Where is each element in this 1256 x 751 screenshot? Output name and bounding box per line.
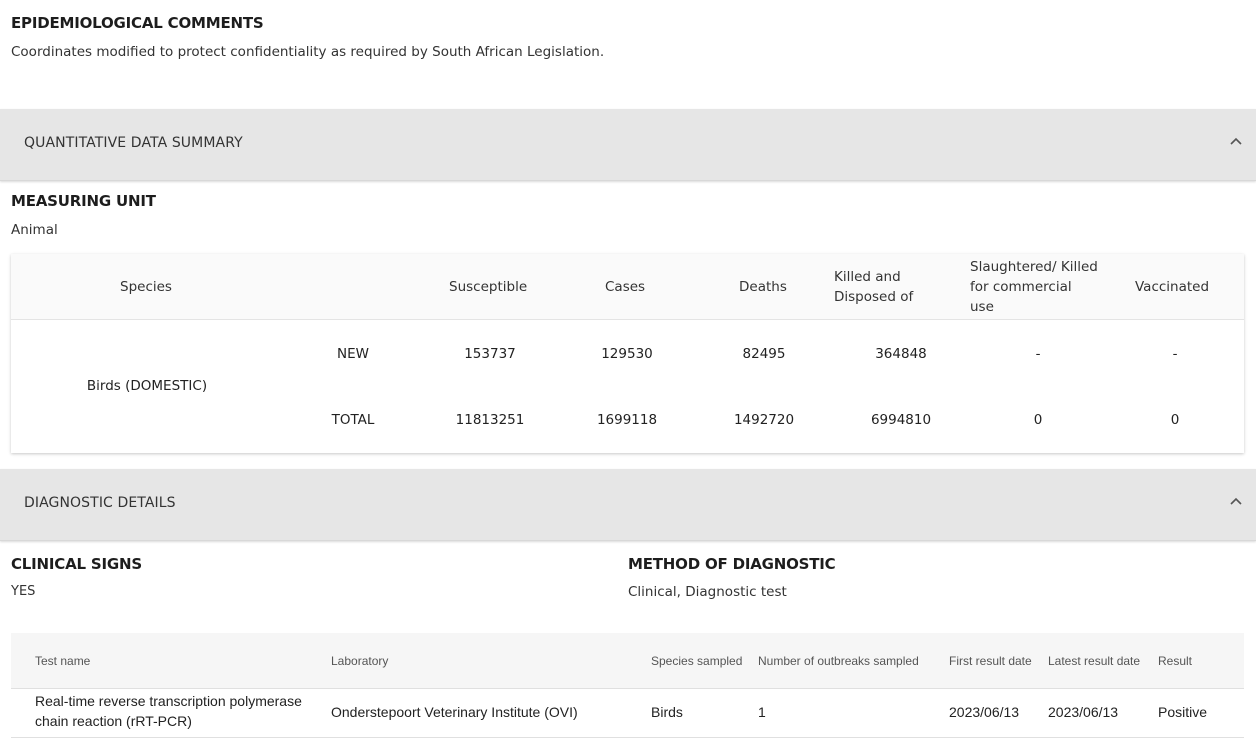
diagnostic-table-header: Test name Laboratory Species sampled Num… <box>11 633 1244 689</box>
cell-laboratory: Onderstepoort Veterinary Institute (OVI) <box>331 704 578 720</box>
cell-total-killed: 6994810 <box>870 412 932 428</box>
header-deaths: Deaths <box>739 279 787 295</box>
cell-total-cases: 1699118 <box>596 412 658 428</box>
cell-new-vaccinated: - <box>1172 346 1178 362</box>
quantitative-table-header: Species Susceptible Cases Deaths Killed … <box>11 254 1244 320</box>
species-cell: Birds (DOMESTIC) <box>86 378 208 394</box>
header-first-result-date: First result date <box>949 654 1032 668</box>
header-killed-line1: Killed and <box>834 269 901 285</box>
cell-outbreaks-sampled: 1 <box>758 704 766 720</box>
header-killed-line2: Disposed of <box>834 289 914 305</box>
header-result: Result <box>1158 654 1193 668</box>
cell-test-name-line2: chain reaction (rRT-PCR) <box>35 713 192 729</box>
header-slaughtered-line2: for commercial <box>970 279 1072 295</box>
quantitative-table: Species Susceptible Cases Deaths Killed … <box>11 254 1244 453</box>
method-of-diagnostic-value: Clinical, Diagnostic test <box>628 584 787 600</box>
cell-total-susceptible: 11813251 <box>455 412 525 428</box>
chevron-up-icon[interactable] <box>1228 133 1244 149</box>
header-outbreaks-sampled: Number of outbreaks sampled <box>758 654 919 668</box>
diagnostic-tests-table: Test name Laboratory Species sampled Num… <box>11 633 1244 739</box>
quantitative-data-summary-accordion[interactable]: QUANTITATIVE DATA SUMMARY <box>0 109 1256 181</box>
epidemiological-comments-text: Coordinates modified to protect confiden… <box>11 44 605 60</box>
header-test-name: Test name <box>35 654 91 668</box>
cell-first-result-date: 2023/06/13 <box>949 704 1020 720</box>
clinical-signs-title: CLINICAL SIGNS <box>11 555 142 573</box>
cell-total-vaccinated: 0 <box>1170 412 1180 428</box>
header-slaughtered-line1: Slaughtered/ Killed <box>970 259 1098 275</box>
cell-new-susceptible: 153737 <box>464 346 516 362</box>
cell-total-slaughtered: 0 <box>1033 412 1043 428</box>
header-cases: Cases <box>605 279 646 295</box>
header-vaccinated: Vaccinated <box>1135 279 1210 295</box>
header-laboratory: Laboratory <box>331 654 389 668</box>
chevron-up-icon[interactable] <box>1228 493 1244 509</box>
epidemiological-comments-title: EPIDEMIOLOGICAL COMMENTS <box>11 14 264 32</box>
row-label-new: NEW <box>337 346 369 362</box>
cell-new-killed: 364848 <box>875 346 927 362</box>
diagnostic-details-accordion[interactable]: DIAGNOSTIC DETAILS <box>0 469 1256 541</box>
cell-new-slaughtered: - <box>1035 346 1041 362</box>
header-susceptible: Susceptible <box>449 279 528 295</box>
measuring-unit-title: MEASURING UNIT <box>11 192 156 210</box>
header-species: Species <box>120 279 172 295</box>
accordion-label: DIAGNOSTIC DETAILS <box>24 495 176 511</box>
cell-new-deaths: 82495 <box>742 346 786 362</box>
method-of-diagnostic-title: METHOD OF DIAGNOSTIC <box>628 555 836 573</box>
header-slaughtered-line3: use <box>970 299 994 315</box>
cell-latest-result-date: 2023/06/13 <box>1048 704 1119 720</box>
measuring-unit-value: Animal <box>11 222 58 238</box>
header-latest-result-date: Latest result date <box>1048 654 1141 668</box>
cell-total-deaths: 1492720 <box>733 412 795 428</box>
row-label-total: TOTAL <box>331 412 375 428</box>
cell-result: Positive <box>1158 704 1208 720</box>
cell-species-sampled: Birds <box>651 704 683 720</box>
cell-test-name-line1: Real-time reverse transcription polymera… <box>35 693 302 709</box>
accordion-label: QUANTITATIVE DATA SUMMARY <box>24 135 243 151</box>
header-species-sampled: Species sampled <box>651 654 743 668</box>
table-row: Real-time reverse transcription polymera… <box>11 689 1244 738</box>
cell-new-cases: 129530 <box>601 346 653 362</box>
clinical-signs-value: YES <box>11 584 36 599</box>
